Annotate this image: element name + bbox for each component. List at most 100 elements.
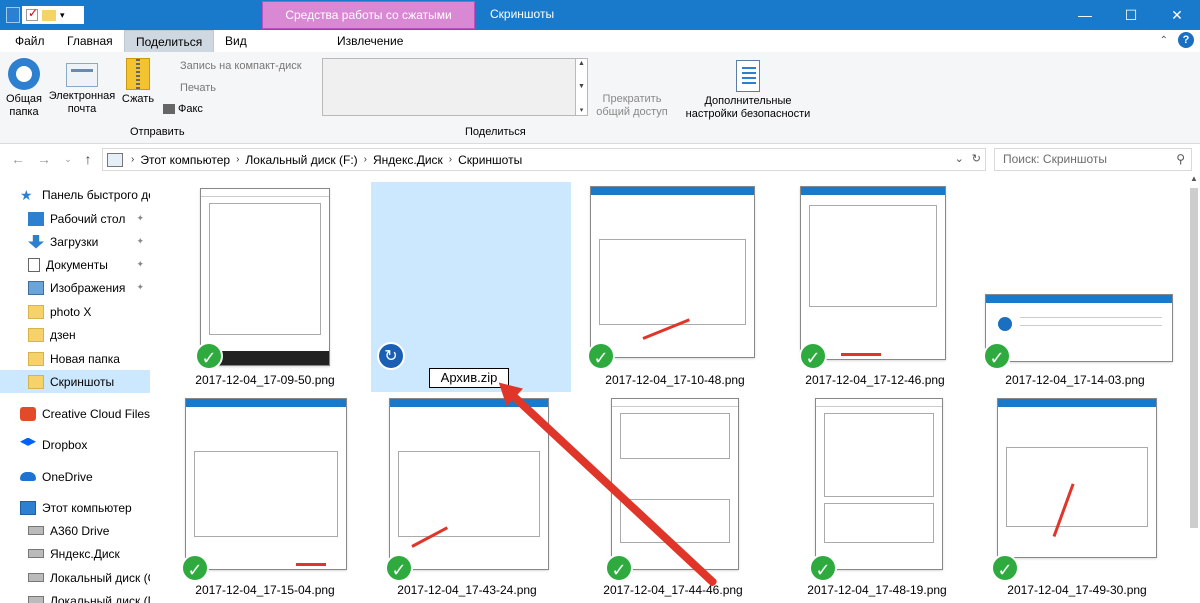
downloads-icon [28, 234, 44, 249]
share-folder-button[interactable]: Общая папка [4, 58, 44, 119]
nav-label: Изображения [50, 280, 126, 295]
navigation-pane: ★ Панель быстрого до Рабочий стол ✦ Загруз… [0, 178, 150, 603]
folder-icon [28, 327, 44, 342]
burn-disc-button[interactable]: Запись на компакт-диск [180, 60, 302, 72]
tab-share[interactable]: Поделиться [124, 30, 215, 52]
collapse-ribbon-icon[interactable]: ⌃ [1160, 35, 1168, 46]
gallery-up-icon[interactable]: ▲ [576, 60, 587, 67]
drive-icon [28, 596, 44, 603]
breadcrumb-separator: › [363, 154, 367, 165]
file-item[interactable]: ✓ 2017-12-04_17-44-46.png [573, 390, 773, 600]
synced-check-icon: ✓ [587, 342, 615, 370]
fax-label: Факс [178, 103, 203, 115]
nav-local-disk-d[interactable]: Локальный диск (D [0, 589, 150, 603]
nav-creative-cloud[interactable]: Creative Cloud Files [0, 402, 150, 425]
sync-folder-icon [28, 374, 44, 389]
scroll-up-icon[interactable]: ▲ [1188, 174, 1200, 183]
file-item[interactable]: ✓ 2017-12-04_17-48-19.png [777, 390, 977, 600]
properties-icon[interactable] [26, 6, 38, 21]
nav-photo-x[interactable]: photo X [0, 300, 150, 323]
email-button[interactable]: Электронная почта [44, 58, 120, 116]
file-item[interactable]: ✓ 2017-12-04_17-09-50.png [165, 178, 365, 388]
back-button[interactable]: ← [8, 149, 28, 169]
send-group-label: Отправить [130, 126, 185, 138]
nav-label: Локальный диск (С [50, 570, 150, 585]
pin-icon[interactable]: ✦ [136, 236, 144, 247]
email-icon [66, 63, 98, 87]
gallery-scroll[interactable]: ▲ ▼ ▾ [576, 58, 588, 116]
nav-dropbox[interactable]: Dropbox [0, 433, 150, 456]
search-input[interactable]: Поиск: Скриншоты ⚲ [994, 148, 1192, 171]
file-item-selected[interactable]: ↻ [371, 182, 700, 392]
file-name: 2017-12-04_17-15-04.png [195, 583, 335, 597]
file-item[interactable]: ✓ 2017-12-04_17-10-48.png [575, 178, 775, 388]
drive-icon [28, 573, 44, 582]
pin-icon[interactable]: ✦ [136, 259, 144, 270]
breadcrumb-separator: › [131, 154, 135, 165]
file-item[interactable]: ✓ 2017-12-04_17-49-30.png [977, 390, 1177, 600]
context-tab-compressed-tools[interactable]: Средства работы со сжатыми папками [262, 1, 475, 48]
scroll-thumb[interactable] [1190, 188, 1198, 528]
computer-icon [20, 500, 36, 515]
nav-a360[interactable]: A360 Drive [0, 519, 150, 542]
nav-this-pc[interactable]: Этот компьютер [0, 496, 150, 519]
file-item[interactable]: ✓ 2017-12-04_17-14-03.png [975, 178, 1175, 388]
explorer-app-icon[interactable] [6, 7, 20, 23]
file-thumbnail [997, 398, 1157, 558]
maximize-button[interactable]: ☐ [1108, 0, 1154, 30]
forward-button[interactable]: → [34, 149, 54, 169]
stop-sharing-button[interactable]: Прекратить общий доступ [590, 60, 674, 119]
advanced-security-button[interactable]: Дополнительные настройки безопасности [680, 60, 816, 121]
tab-home[interactable]: Главная [56, 30, 124, 52]
refresh-icon[interactable]: ↻ [972, 152, 981, 165]
nav-label: Документы [46, 257, 108, 272]
synced-check-icon: ✓ [809, 554, 837, 582]
gallery-more-icon[interactable]: ▾ [576, 106, 587, 114]
nav-new-folder[interactable]: Новая папка [0, 347, 150, 370]
address-bar[interactable]: › Этот компьютер › Локальный диск (F:) ›… [102, 148, 986, 171]
address-dropdown-icon[interactable]: ⌄ [955, 152, 964, 165]
nav-onedrive[interactable]: OneDrive [0, 465, 150, 488]
tab-file[interactable]: Файл [4, 30, 56, 52]
nav-images[interactable]: Изображения ✦ [0, 276, 150, 299]
print-button[interactable]: Печать [180, 82, 216, 94]
nav-downloads[interactable]: Загрузки ✦ [0, 230, 150, 253]
nav-local-disk-c[interactable]: Локальный диск (С [0, 566, 150, 589]
fax-button[interactable]: Факс [163, 103, 203, 115]
zip-button[interactable]: Сжать [120, 58, 156, 106]
nav-dzen[interactable]: дзен [0, 323, 150, 346]
help-icon[interactable]: ? [1178, 32, 1194, 48]
gallery-down-icon[interactable]: ▼ [576, 83, 587, 90]
share-with-gallery[interactable] [322, 58, 576, 116]
nav-yandex-disk[interactable]: Яндекс.Диск [0, 542, 150, 565]
nav-screenshots[interactable]: Скриншоты [0, 370, 150, 393]
tab-extract[interactable]: Извлечение [326, 30, 414, 52]
pin-icon[interactable]: ✦ [136, 282, 144, 293]
file-list: ✓ 2017-12-04_17-09-50.png ↻ Архив.zip ✓ … [155, 178, 1188, 603]
quick-access-toolbar: ▾ [6, 6, 84, 24]
file-name: 2017-12-04_17-43-24.png [397, 583, 537, 597]
tab-view[interactable]: Вид [214, 30, 258, 52]
minimize-button[interactable]: — [1062, 0, 1108, 30]
new-folder-icon[interactable] [42, 9, 56, 21]
nav-documents[interactable]: Документы ✦ [0, 253, 150, 276]
file-name: 2017-12-04_17-48-19.png [807, 583, 947, 597]
breadcrumb-local-disk-f[interactable]: Локальный диск (F:) [245, 153, 357, 167]
breadcrumb-yandex-disk[interactable]: Яндекс.Диск [373, 153, 443, 167]
synced-check-icon: ✓ [991, 554, 1019, 582]
file-item[interactable]: ✓ 2017-12-04_17-15-04.png [165, 390, 365, 600]
breadcrumb-screenshots[interactable]: Скриншоты [458, 153, 522, 167]
recent-locations-button[interactable]: ⌄ [58, 149, 78, 169]
file-name: 2017-12-04_17-44-46.png [603, 583, 743, 597]
nav-desktop[interactable]: Рабочий стол ✦ [0, 207, 150, 230]
close-button[interactable]: ✕ [1154, 0, 1200, 30]
synced-check-icon: ✓ [799, 342, 827, 370]
synced-check-icon: ✓ [385, 554, 413, 582]
customize-qat-icon[interactable]: ▾ [60, 10, 65, 21]
vertical-scrollbar[interactable]: ▲ [1188, 174, 1200, 603]
nav-quick-access[interactable]: ★ Панель быстрого до [0, 183, 150, 206]
file-item[interactable]: ✓ 2017-12-04_17-12-46.png [775, 178, 975, 388]
breadcrumb-this-pc[interactable]: Этот компьютер [140, 153, 230, 167]
pin-icon[interactable]: ✦ [136, 213, 144, 224]
up-button[interactable]: ↑ [78, 149, 98, 169]
